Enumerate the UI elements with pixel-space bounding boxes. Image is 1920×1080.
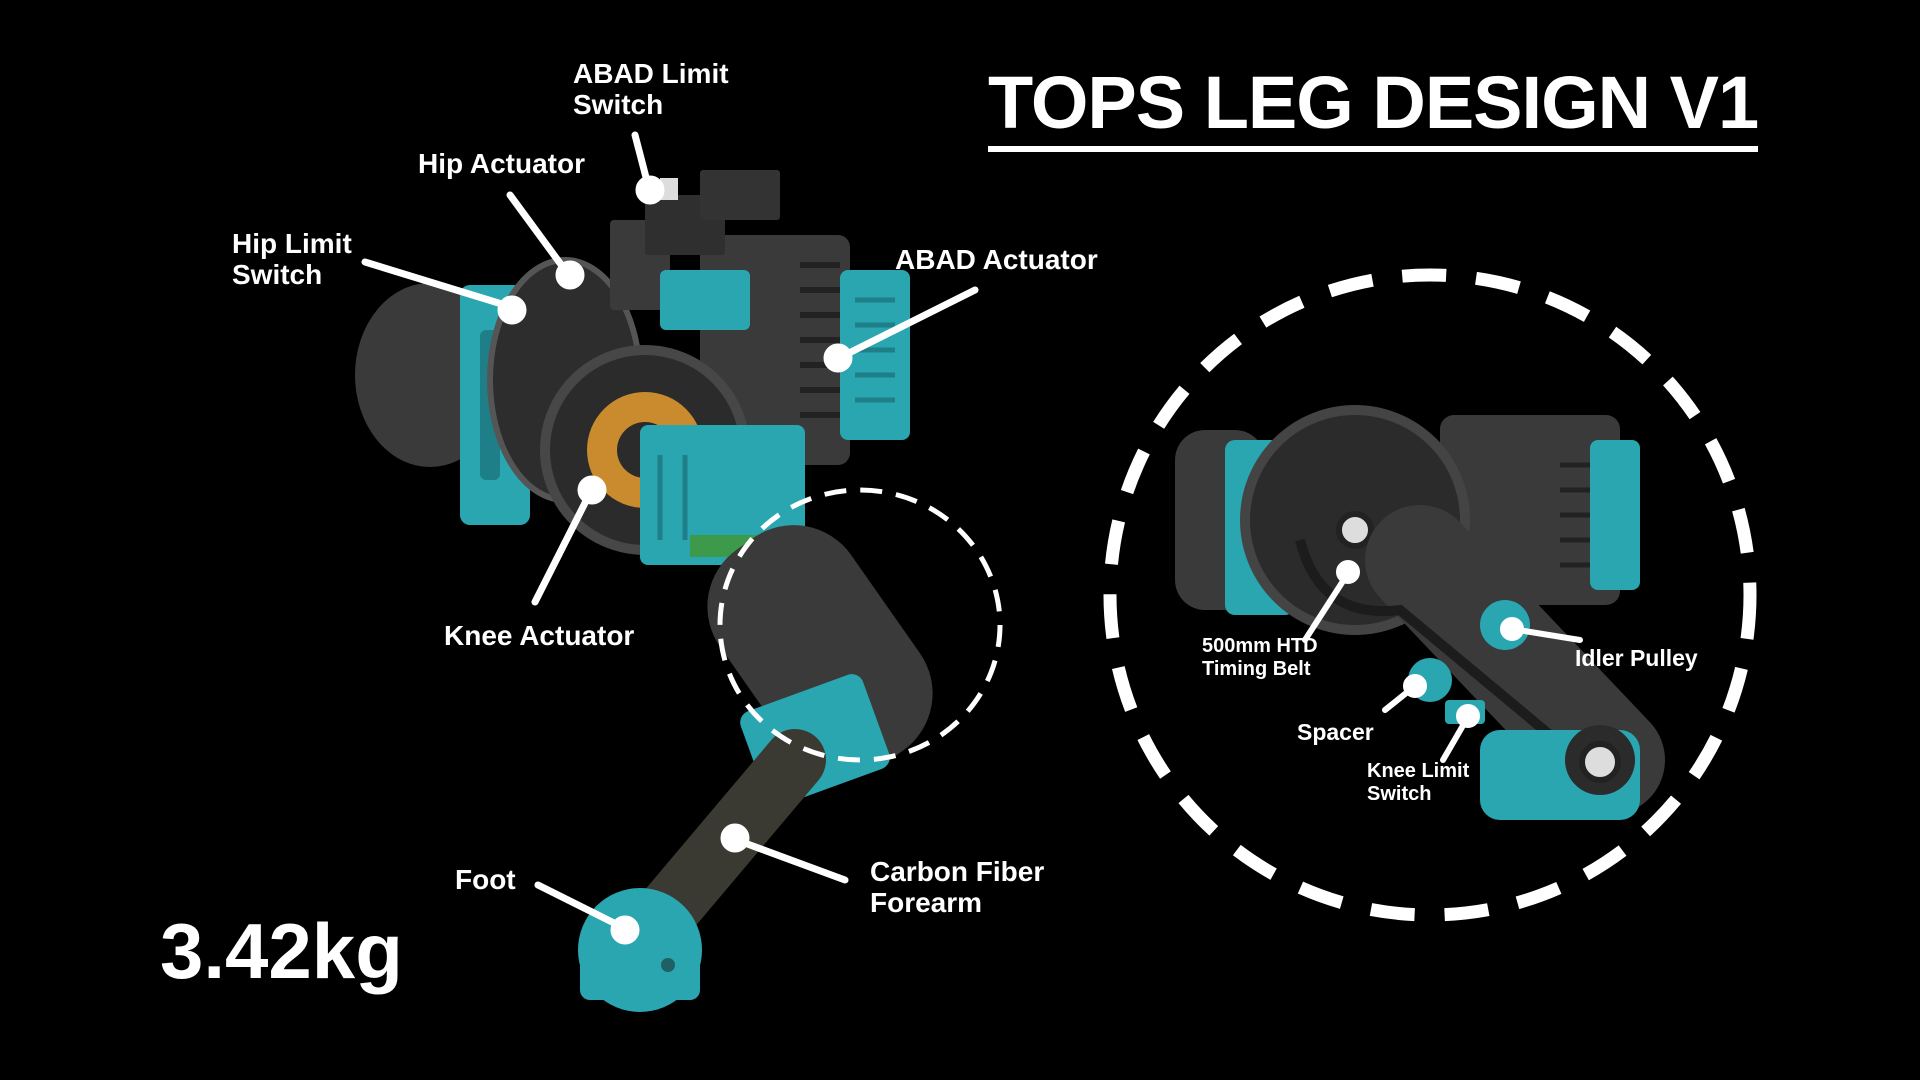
diagram-canvas: TOPS LEG DESIGN V1 3.42kg ABAD Limit Swi… — [0, 0, 1920, 1080]
callout-knee-limit-switch: Knee Limit Switch — [1367, 760, 1470, 805]
abad-cooling-fins — [800, 262, 840, 418]
detail-inset — [1103, 268, 1757, 922]
callout-abad-limit-switch: ABAD Limit Switch — [573, 58, 729, 121]
diagram-title: TOPS LEG DESIGN V1 — [988, 66, 1759, 152]
callout-spacer: Spacer — [1297, 719, 1374, 745]
callout-timing-belt: 500mm HTD Timing Belt — [1202, 635, 1318, 680]
leg-mass-label: 3.42kg — [160, 907, 403, 995]
callout-knee-actuator: Knee Actuator — [444, 620, 635, 651]
callout-idler-pulley: Idler Pulley — [1575, 645, 1698, 671]
callout-hip-limit-switch: Hip Limit Switch — [232, 228, 352, 291]
callout-carbon-fiber-forearm: Carbon Fiber Forearm — [870, 856, 1045, 919]
callout-foot: Foot — [455, 864, 516, 895]
callout-hip-actuator: Hip Actuator — [418, 148, 585, 179]
callout-abad-actuator: ABAD Actuator — [895, 244, 1098, 275]
